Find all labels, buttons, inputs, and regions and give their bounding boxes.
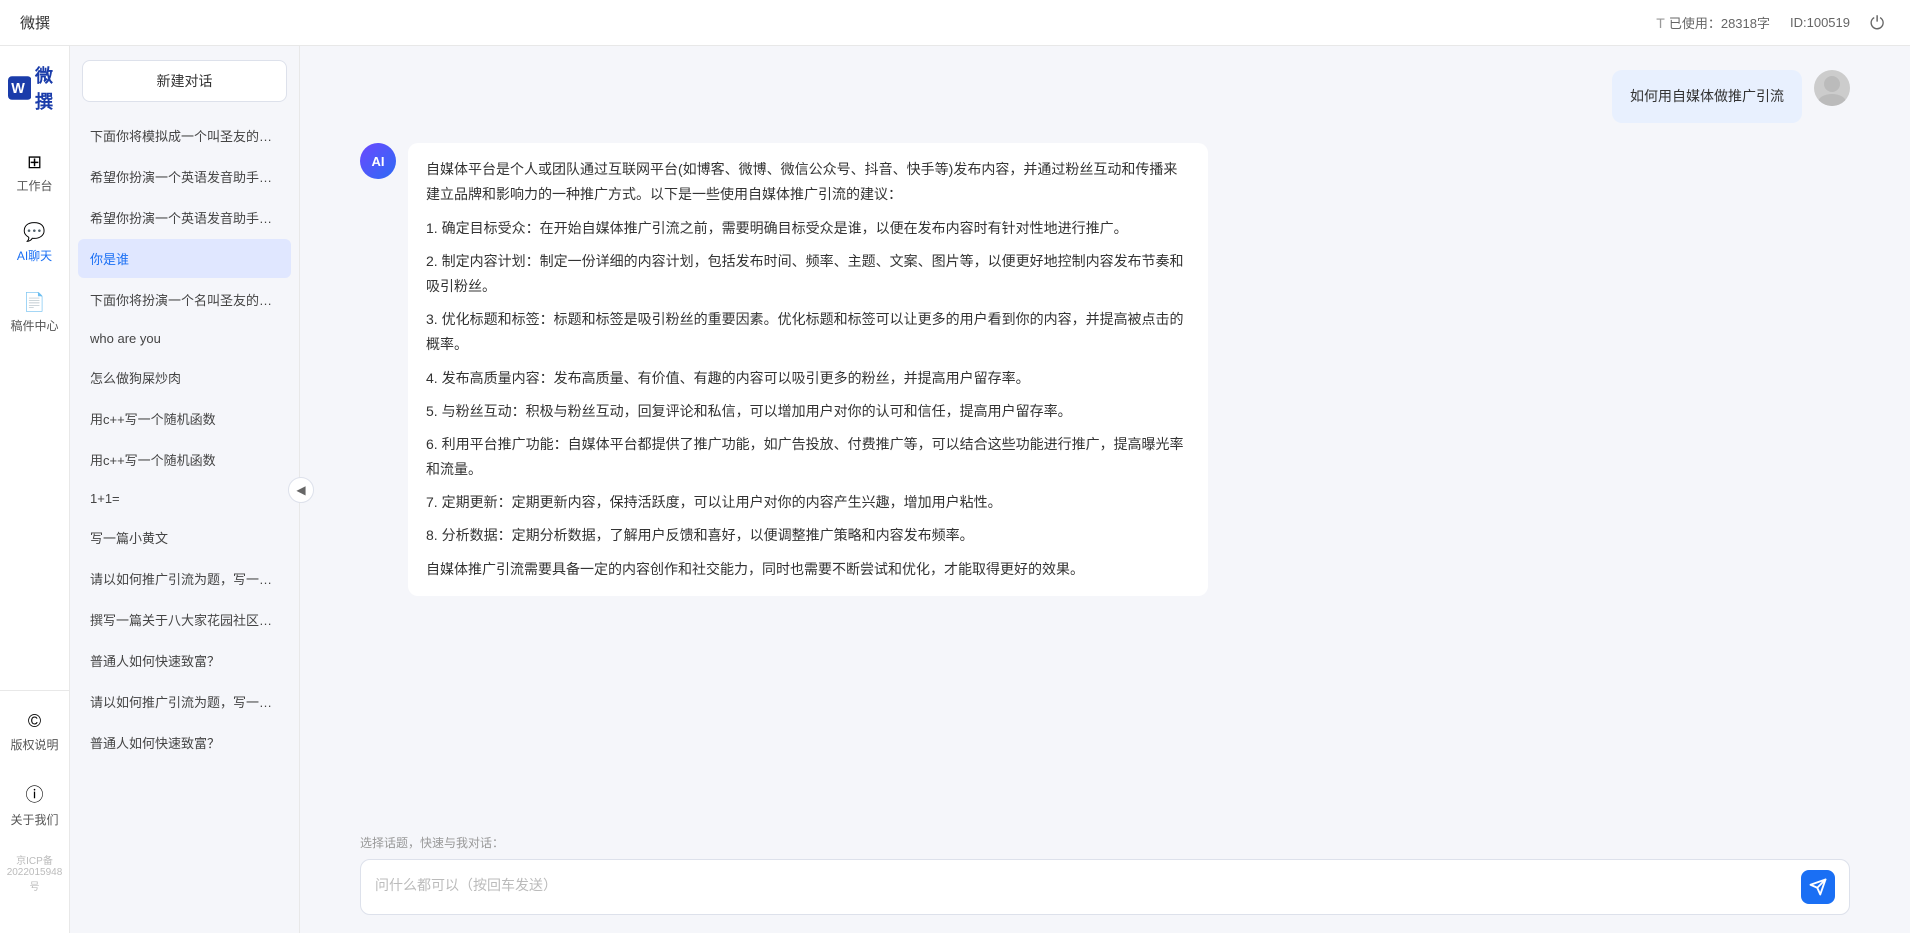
- collapse-panel-button[interactable]: ◀: [288, 477, 314, 503]
- input-box-wrap: [360, 859, 1850, 915]
- beian-text: 京ICP备2022015948号: [0, 846, 69, 899]
- ai-avatar: AI: [360, 143, 396, 179]
- ai-chat-label: AI聊天: [17, 247, 52, 264]
- ai-response-paragraph: 8. 分析数据：定期分析数据，了解用户反馈和喜好，以便调整推广策略和内容发布频率…: [426, 523, 1190, 548]
- ai-response-paragraph: 自媒体平台是个人或团队通过互联网平台(如博客、微博、微信公众号、抖音、快手等)发…: [426, 157, 1190, 207]
- workbench-label: 工作台: [16, 177, 52, 194]
- ai-chat-icon: 💬: [23, 222, 45, 243]
- list-item[interactable]: who are you: [78, 321, 291, 356]
- list-item[interactable]: 下面你将模拟成一个叫圣友的程序员，我说...: [78, 116, 291, 155]
- list-item[interactable]: 下面你将扮演一个名叫圣友的医生: [78, 280, 291, 319]
- list-item[interactable]: 希望你扮演一个英语发音助手，我提供给你...: [78, 198, 291, 237]
- sidebar-item-copyright[interactable]: © 版权说明: [0, 701, 69, 763]
- word-count: T 已使用：28318字: [1656, 13, 1770, 32]
- chat-messages: 如何用自媒体做推广引流 AI 自媒体平台是个人或团队通过互联网平台(如博客、微博…: [300, 46, 1910, 824]
- ai-response-paragraph: 7. 定期更新：定期更新内容，保持活跃度，可以让用户对你的内容产生兴趣，增加用户…: [426, 490, 1190, 515]
- list-item[interactable]: 希望你扮演一个英语发音助手，我提供给你...: [78, 157, 291, 196]
- about-icon: ⓘ: [26, 781, 44, 807]
- sidebar-item-ai-chat[interactable]: 💬 AI聊天: [0, 212, 69, 274]
- ai-response-paragraph: 4. 发布高质量内容：发布高质量、有价值、有趣的内容可以吸引更多的粉丝，并提高用…: [426, 366, 1190, 391]
- nav-bottom: © 版权说明 ⓘ 关于我们 京ICP备2022015948号: [0, 690, 69, 909]
- conv-panel-wrapper: 新建对话 下面你将模拟成一个叫圣友的程序员，我说...希望你扮演一个英语发音助手…: [70, 46, 300, 933]
- chat-input-area: 选择话题，快速与我对话：: [300, 824, 1910, 933]
- conv-list: 下面你将模拟成一个叫圣友的程序员，我说...希望你扮演一个英语发音助手，我提供给…: [70, 116, 299, 933]
- svg-text:W: W: [11, 81, 25, 97]
- copyright-icon: ©: [28, 711, 41, 732]
- ai-response-paragraph: 3. 优化标题和标签：标题和标签是吸引粉丝的重要因素。优化标题和标签可以让更多的…: [426, 307, 1190, 357]
- draft-label: 稿件中心: [10, 317, 58, 334]
- sidebar-item-workbench[interactable]: ⊞ 工作台: [0, 142, 69, 204]
- list-item[interactable]: 1+1=: [78, 481, 291, 516]
- word-count-icon: T: [1656, 15, 1665, 31]
- topbar: 微撰 T 已使用：28318字 ID:100519 ⏻: [0, 0, 1910, 46]
- list-item[interactable]: 怎么做狗屎炒肉: [78, 358, 291, 397]
- logo-icon: W: [8, 72, 32, 104]
- user-message-row: 如何用自媒体做推广引流: [360, 70, 1850, 123]
- workbench-icon: ⊞: [27, 152, 42, 173]
- quick-topics-label: 选择话题，快速与我对话：: [360, 834, 1850, 851]
- draft-icon: 📄: [23, 292, 45, 313]
- new-chat-button[interactable]: 新建对话: [82, 60, 287, 102]
- user-message-bubble: 如何用自媒体做推广引流: [1612, 70, 1802, 123]
- user-avatar: [1814, 70, 1850, 106]
- list-item[interactable]: 普通人如何快速致富？: [78, 641, 291, 680]
- ai-response-paragraph: 2. 制定内容计划：制定一份详细的内容计划，包括发布时间、频率、主题、文案、图片…: [426, 249, 1190, 299]
- left-nav: W 微撰 ⊞ 工作台 💬 AI聊天 📄 稿件中心 © 版权说明: [0, 46, 70, 933]
- sidebar-item-draft[interactable]: 📄 稿件中心: [0, 282, 69, 344]
- list-item[interactable]: 请以如何推广引流为题，写一篇大纲: [78, 559, 291, 598]
- ai-message-row: AI 自媒体平台是个人或团队通过互联网平台(如博客、微博、微信公众号、抖音、快手…: [360, 143, 1850, 596]
- list-item[interactable]: 撰写一篇关于八大家花园社区一刻钟便民生...: [78, 600, 291, 639]
- ai-response-paragraph: 自媒体推广引流需要具备一定的内容创作和社交能力，同时也需要不断尝试和优化，才能取…: [426, 557, 1190, 582]
- ai-response-paragraph: 6. 利用平台推广功能：自媒体平台都提供了推广功能，如广告投放、付费推广等，可以…: [426, 432, 1190, 482]
- list-item[interactable]: 你是谁: [78, 239, 291, 278]
- chat-area: 如何用自媒体做推广引流 AI 自媒体平台是个人或团队通过互联网平台(如博客、微博…: [300, 46, 1910, 933]
- sidebar-item-about[interactable]: ⓘ 关于我们: [0, 771, 69, 838]
- ai-response-paragraph: 5. 与粉丝互动：积极与粉丝互动，回复评论和私信，可以增加用户对你的认可和信任，…: [426, 399, 1190, 424]
- word-count-label: 已使用：28318字: [1669, 13, 1770, 32]
- nav-items: ⊞ 工作台 💬 AI聊天 📄 稿件中心: [0, 142, 69, 690]
- list-item[interactable]: 用c++写一个随机函数: [78, 440, 291, 479]
- list-item[interactable]: 用c++写一个随机函数: [78, 399, 291, 438]
- about-label: 关于我们: [10, 811, 58, 828]
- chat-input[interactable]: [375, 875, 1791, 899]
- topbar-title: 微撰: [20, 12, 50, 33]
- user-avatar-icon: [1814, 70, 1850, 106]
- conv-panel: 新建对话 下面你将模拟成一个叫圣友的程序员，我说...希望你扮演一个英语发音助手…: [70, 46, 300, 933]
- logo-area: W 微撰: [0, 62, 70, 114]
- ai-response-paragraph: 1. 确定目标受众：在开始自媒体推广引流之前，需要明确目标受众是谁，以便在发布内…: [426, 216, 1190, 241]
- main-layout: W 微撰 ⊞ 工作台 💬 AI聊天 📄 稿件中心 © 版权说明: [0, 46, 1910, 933]
- power-button[interactable]: ⏻: [1870, 13, 1890, 33]
- ai-message-bubble: 自媒体平台是个人或团队通过互联网平台(如博客、微博、微信公众号、抖音、快手等)发…: [408, 143, 1208, 596]
- list-item[interactable]: 请以如何推广引流为题，写一篇大纲: [78, 682, 291, 721]
- copyright-label: 版权说明: [10, 736, 58, 753]
- logo-text: 微撰: [35, 62, 61, 114]
- list-item[interactable]: 写一篇小黄文: [78, 518, 291, 557]
- user-message-text: 如何用自媒体做推广引流: [1630, 88, 1784, 104]
- send-icon: [1809, 878, 1827, 896]
- ai-avatar-text: AI: [372, 154, 385, 169]
- topbar-right: T 已使用：28318字 ID:100519 ⏻: [1656, 13, 1890, 33]
- list-item[interactable]: 普通人如何快速致富？: [78, 723, 291, 762]
- send-button[interactable]: [1801, 870, 1835, 904]
- id-info: ID:100519: [1790, 15, 1850, 30]
